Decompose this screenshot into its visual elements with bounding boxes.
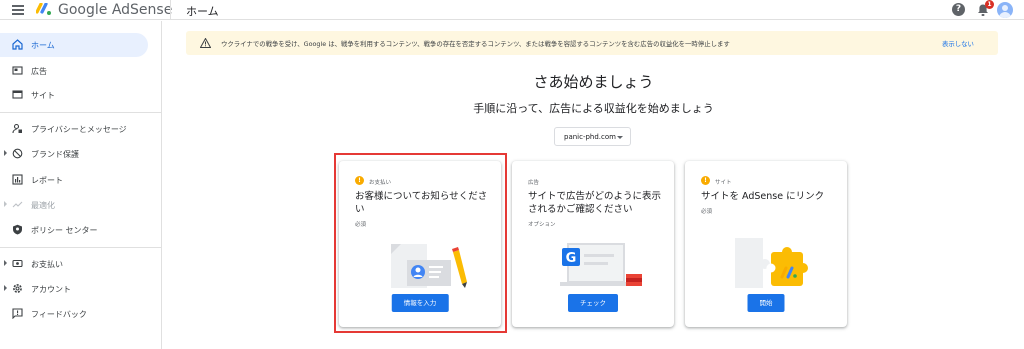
highlight-box [334, 153, 507, 333]
start-button[interactable]: 開始 [747, 294, 785, 312]
sidebar-item-label: ブランド保護 [31, 150, 79, 159]
brand-name: Google AdSense [58, 2, 173, 18]
block-icon [12, 148, 23, 159]
divider [170, 0, 171, 20]
card-status: 必須 [701, 209, 713, 215]
sidebar-item-brand-protection[interactable]: ブランド保護 [0, 142, 148, 166]
site-selector[interactable]: panic-phd.com [554, 127, 631, 146]
card-sites: ! サイト サイトを AdSense にリンク 必須 開始 [685, 161, 847, 327]
menu-icon[interactable] [12, 5, 24, 15]
site-selector-value: panic-phd.com [564, 133, 616, 141]
sidebar-item-label: ホーム [31, 41, 55, 50]
svg-text:G: G [566, 251, 577, 266]
sidebar-item-optimize[interactable]: 最適化 [0, 193, 148, 217]
sidebar-item-label: 広告 [31, 67, 47, 76]
sidebar-item-payments[interactable]: お支払い [0, 252, 148, 276]
sidebar-item-label: フィードバック [31, 310, 87, 319]
dropdown-arrow-icon [617, 136, 623, 139]
sidebar-item-privacy[interactable]: プライバシーとメッセージ [0, 117, 148, 141]
card-title: サイトを AdSense にリンク [701, 191, 825, 202]
sidebar-item-ads[interactable]: 広告 [0, 59, 148, 83]
expand-caret-icon [4, 150, 7, 156]
page-title: ホーム [186, 5, 219, 18]
account-avatar[interactable] [997, 2, 1013, 18]
card-title: サイトで広告がどのように表示されるかご確認ください [528, 191, 662, 215]
expand-caret-icon [4, 285, 7, 291]
sites-icon [12, 90, 23, 99]
sidebar-item-sites[interactable]: サイト [0, 83, 148, 107]
sidebar-item-label: レポート [31, 176, 63, 185]
sidebar-nav: ホーム 広告 サイト プライバシーとメッセージ ブランド保護 レポート 最適化 … [0, 21, 162, 349]
welcome-title: さあ始めましょう [533, 73, 654, 91]
sidebar-item-reports[interactable]: レポート [0, 168, 148, 192]
ads-icon [12, 66, 23, 75]
optimize-icon [12, 201, 23, 208]
main-content: さあ始めましょう 手順に沿って、広告による収益化を始めましょう panic-ph… [163, 60, 1024, 349]
banner-message: ウクライナでの戦争を受け、Google は、戦争を利用するコンテンツ、戦争の存在… [221, 40, 730, 48]
sidebar-item-label: お支払い [31, 260, 63, 269]
payments-icon [12, 259, 23, 268]
help-icon[interactable]: ? [952, 3, 965, 16]
divider [0, 112, 162, 113]
card-status: オプション [528, 222, 556, 228]
expand-caret-icon [4, 201, 7, 207]
dismiss-banner-link[interactable]: 表示しない [942, 39, 974, 48]
policy-icon [13, 224, 22, 235]
sidebar-item-label: プライバシーとメッセージ [31, 125, 127, 134]
card-category: サイト [715, 180, 732, 186]
privacy-icon [12, 123, 22, 134]
reports-icon [12, 174, 23, 185]
sidebar-item-policy-center[interactable]: ポリシー センター [0, 218, 148, 242]
warning-icon [200, 38, 211, 48]
check-button[interactable]: チェック [568, 294, 618, 312]
sidebar-item-label: アカウント [31, 285, 71, 294]
welcome-subtitle: 手順に沿って、広告による収益化を始めましょう [473, 102, 714, 115]
adsense-logo-icon [36, 3, 51, 15]
card-ads: 広告 サイトで広告がどのように表示されるかご確認ください オプション G チェッ… [512, 161, 674, 327]
top-app-bar: Google AdSense ホーム ? 1 [0, 0, 1024, 20]
card-category: 広告 [528, 180, 540, 186]
sidebar-item-account[interactable]: アカウント [0, 277, 148, 301]
sidebar-item-home[interactable]: ホーム [0, 33, 148, 57]
sidebar-item-label: ポリシー センター [31, 226, 98, 235]
sidebar-item-feedback[interactable]: フィードバック [0, 302, 148, 326]
notice-banner: ウクライナでの戦争を受け、Google は、戦争を利用するコンテンツ、戦争の存在… [186, 31, 998, 55]
feedback-icon [12, 308, 23, 319]
alert-icon: ! [701, 176, 710, 185]
sidebar-item-label: 最適化 [31, 201, 55, 210]
link-puzzle-illustration [735, 238, 808, 288]
home-icon [12, 39, 23, 50]
sidebar-item-label: サイト [31, 91, 55, 100]
divider [0, 247, 162, 248]
gear-icon [13, 284, 22, 293]
expand-caret-icon [4, 260, 7, 266]
notification-badge: 1 [985, 0, 994, 9]
ad-preview-illustration: G [560, 243, 642, 286]
